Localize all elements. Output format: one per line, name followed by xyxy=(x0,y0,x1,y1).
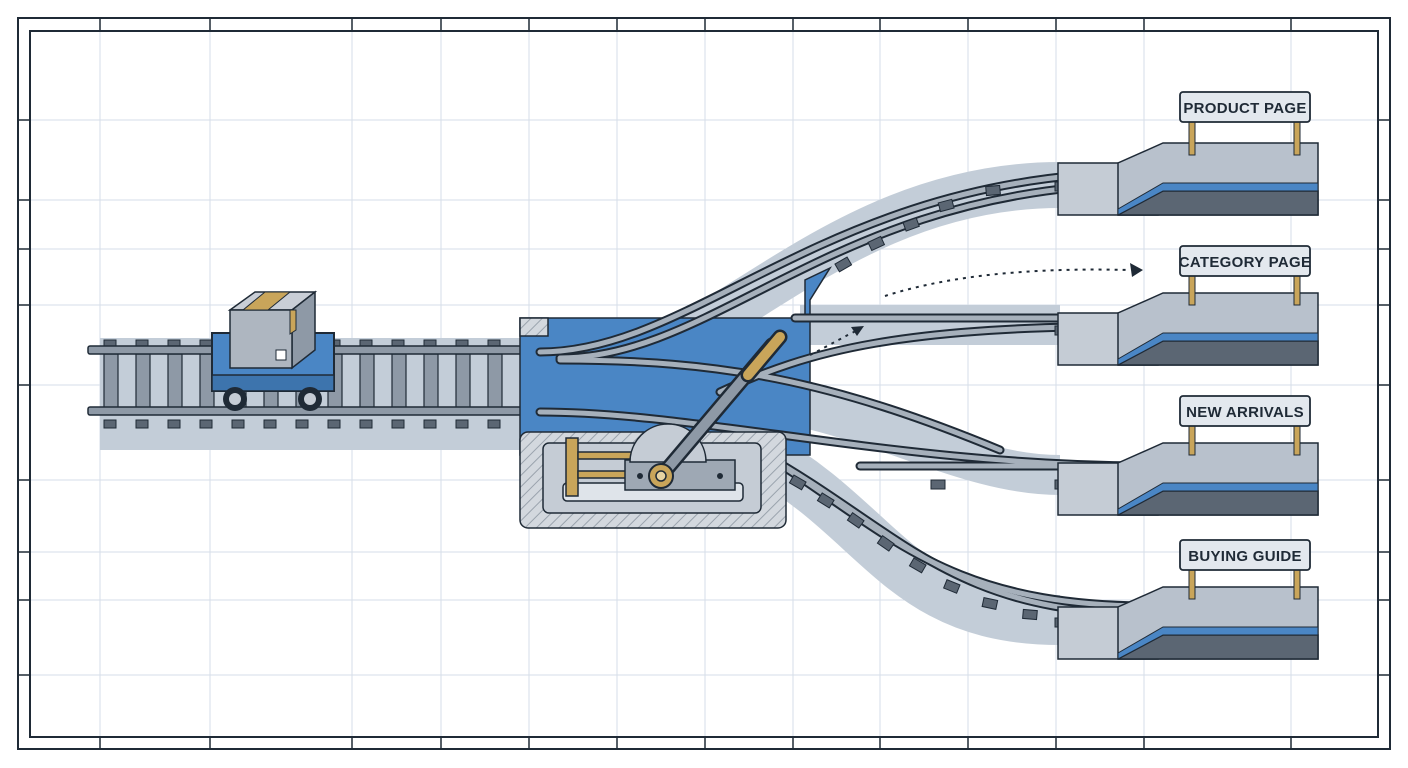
destination-label: CATEGORY PAGE xyxy=(1179,254,1312,271)
rail-switch-diagram: PRODUCT PAGE CATEGORY PAGE NEW ARRIVALS BUY… xyxy=(17,17,1391,750)
destination-label: PRODUCT PAGE xyxy=(1183,100,1306,117)
destination-label: BUYING GUIDE xyxy=(1188,548,1302,565)
diagram-canvas: PRODUCT PAGE CATEGORY PAGE NEW ARRIVALS BUY… xyxy=(0,0,1408,768)
destination-label: NEW ARRIVALS xyxy=(1186,404,1304,421)
